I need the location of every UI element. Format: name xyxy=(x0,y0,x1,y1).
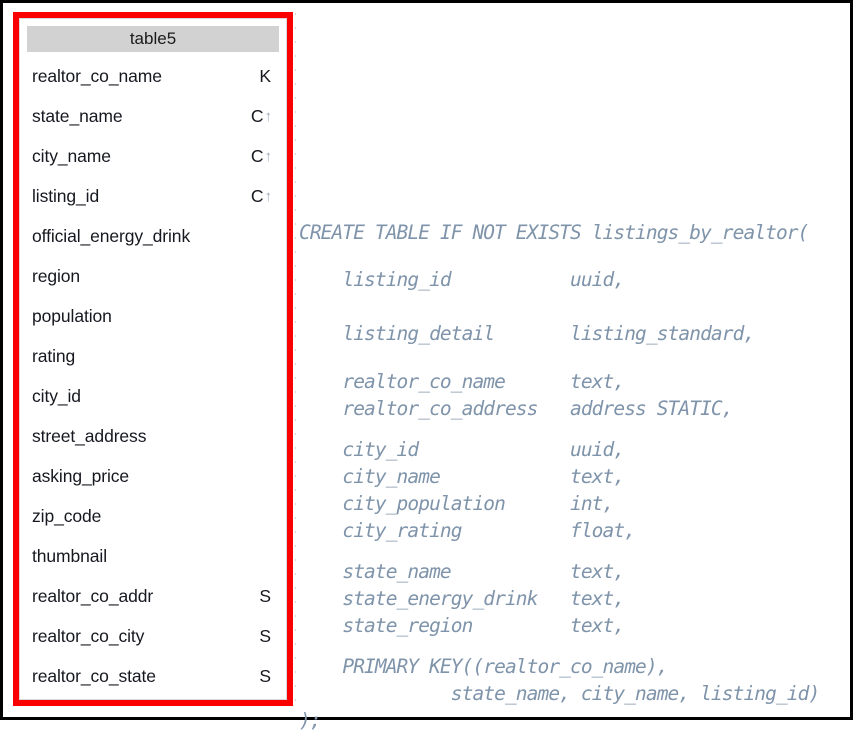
column-name: street_address xyxy=(32,426,147,446)
table-row[interactable]: realtor_co_state S xyxy=(20,656,286,696)
code-line: city_rating float, xyxy=(299,518,636,542)
column-key-marker xyxy=(271,216,272,257)
column-name: realtor_co_addr xyxy=(32,586,154,606)
code-line: ); xyxy=(299,708,322,732)
table-row[interactable]: zip_code xyxy=(20,496,286,536)
table-row[interactable]: city_id xyxy=(20,376,286,416)
column-name: region xyxy=(32,266,81,286)
table-row[interactable]: region xyxy=(20,256,286,296)
table-row[interactable]: realtor_co_addr S xyxy=(20,576,286,616)
column-key-marker: S xyxy=(259,626,271,646)
table-row[interactable]: state_name C↑ xyxy=(20,96,286,136)
code-line: CREATE TABLE IF NOT EXISTS listings_by_r… xyxy=(299,220,809,244)
code-line: city_population int, xyxy=(299,491,614,515)
column-key-marker xyxy=(271,496,272,537)
column-key-marker xyxy=(271,376,272,417)
column-key-marker xyxy=(271,336,272,377)
diagram-canvas: table5 realtor_co_name K state_name C↑ c… xyxy=(0,0,853,732)
table-card: table5 realtor_co_name K state_name C↑ c… xyxy=(19,18,287,700)
table-row[interactable]: realtor_co_city S xyxy=(20,616,286,656)
table-row[interactable]: thumbnail xyxy=(20,536,286,576)
sort-arrow-icon: ↑ xyxy=(264,148,273,165)
table-row[interactable]: official_energy_drink xyxy=(20,216,286,256)
code-line: realtor_co_address address STATIC, xyxy=(299,396,733,420)
column-key-marker: S xyxy=(259,586,271,606)
column-key-marker xyxy=(271,296,272,337)
column-name: realtor_co_name xyxy=(32,66,162,86)
table-row[interactable]: asking_price xyxy=(20,456,286,496)
code-line: state_name, city_name, listing_id) xyxy=(299,681,820,705)
column-name: realtor_co_city xyxy=(32,626,145,646)
column-name: city_name xyxy=(32,146,111,166)
column-name: state_name xyxy=(32,106,123,126)
column-list: realtor_co_name K state_name C↑ city_nam… xyxy=(20,52,286,696)
table-title: table5 xyxy=(27,26,279,52)
column-name: thumbnail xyxy=(32,546,107,566)
table-row[interactable]: rating xyxy=(20,336,286,376)
sort-arrow-icon: ↑ xyxy=(264,188,273,205)
dotted-guide-line xyxy=(295,13,296,713)
column-name: official_energy_drink xyxy=(32,226,191,246)
column-key-marker: S xyxy=(259,666,271,686)
column-key-marker: C↑ xyxy=(250,146,273,166)
code-line: state_region text, xyxy=(299,613,625,637)
column-key-marker xyxy=(271,256,272,297)
column-key-marker: C↑ xyxy=(250,186,273,206)
cql-statement: CREATE TABLE IF NOT EXISTS listings_by_r… xyxy=(299,219,853,734)
column-name: population xyxy=(32,306,112,326)
table-row[interactable]: realtor_co_name K xyxy=(20,56,286,96)
table-row[interactable]: city_name C↑ xyxy=(20,136,286,176)
code-line: listing_id uuid, xyxy=(299,267,625,291)
column-name: realtor_co_state xyxy=(32,666,156,686)
table-row[interactable]: listing_id C↑ xyxy=(20,176,286,216)
column-name: city_id xyxy=(32,386,81,406)
code-line: city_id uuid, xyxy=(299,437,625,461)
column-name: zip_code xyxy=(32,506,102,526)
column-key-marker: C↑ xyxy=(250,106,273,126)
table-row[interactable]: street_address xyxy=(20,416,286,456)
column-name: asking_price xyxy=(32,466,130,486)
column-key-marker: K xyxy=(259,66,271,86)
column-key-marker xyxy=(271,456,272,497)
code-line: realtor_co_name text, xyxy=(299,369,625,393)
sort-arrow-icon: ↑ xyxy=(264,108,273,125)
column-key-marker xyxy=(271,536,272,577)
column-key-marker xyxy=(271,416,272,457)
code-line: state_name text, xyxy=(299,559,625,583)
column-name: rating xyxy=(32,346,76,366)
code-line: PRIMARY KEY((realtor_co_name), xyxy=(299,654,668,678)
code-line: state_energy_drink text, xyxy=(299,586,625,610)
code-line: listing_detail listing_standard, xyxy=(299,321,755,345)
table-row[interactable]: population xyxy=(20,296,286,336)
code-line: city_name text, xyxy=(299,464,625,488)
table-highlight-box: table5 realtor_co_name K state_name C↑ c… xyxy=(13,12,293,706)
column-name: listing_id xyxy=(32,186,100,206)
